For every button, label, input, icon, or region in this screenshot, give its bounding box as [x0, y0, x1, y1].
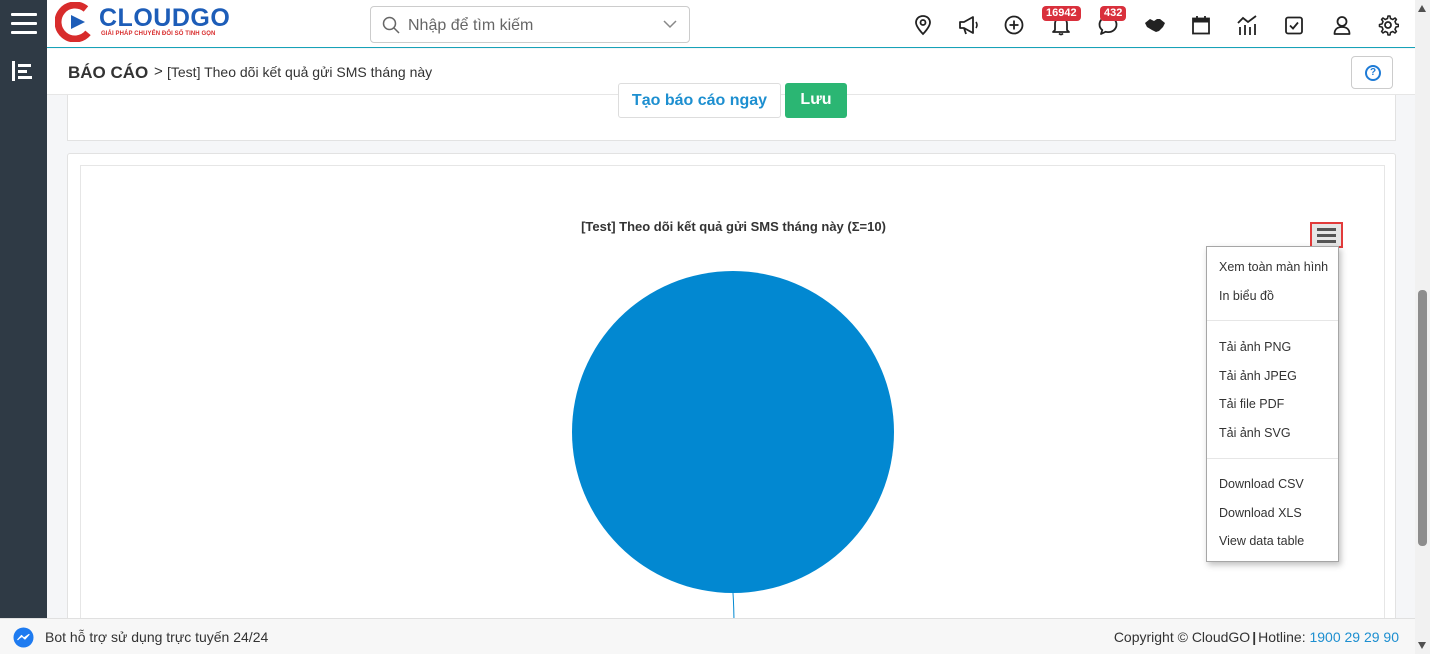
top-header: CLOUDGO GIẢI PHÁP CHUYỂN ĐỔI SỐ TINH GỌN… — [47, 0, 1415, 48]
gear-icon[interactable] — [1377, 14, 1399, 36]
help-button[interactable]: ? — [1351, 56, 1393, 89]
chevron-down-icon — [663, 20, 677, 29]
messages-badge: 432 — [1100, 6, 1127, 21]
pie-chart — [572, 271, 894, 626]
megaphone-icon[interactable] — [957, 14, 979, 36]
hotline-number[interactable]: 1900 29 29 90 — [1309, 629, 1399, 645]
breadcrumb-current: [Test] Theo dõi kết quả gửi SMS tháng nà… — [167, 64, 433, 80]
menu-item-fullscreen[interactable]: Xem toàn màn hình — [1219, 260, 1328, 274]
breadcrumb-root[interactable]: BÁO CÁO — [68, 63, 148, 83]
create-report-button[interactable]: Tạo báo cáo ngay — [618, 83, 781, 118]
calendar-icon[interactable] — [1190, 14, 1212, 36]
menu-item-print[interactable]: In biểu đồ — [1219, 289, 1274, 303]
report-list-icon[interactable] — [12, 61, 34, 81]
hamburger-menu-icon[interactable] — [11, 13, 37, 35]
menu-divider — [1207, 320, 1338, 321]
chart-title: [Test] Theo dõi kết quả gửi SMS tháng nà… — [581, 219, 886, 234]
checkbox-icon[interactable] — [1283, 14, 1305, 36]
search-icon — [382, 16, 400, 34]
notifications-badge: 16942 — [1042, 6, 1081, 21]
scroll-down-arrow-icon[interactable] — [1418, 642, 1426, 649]
handshake-icon[interactable] — [1144, 14, 1166, 36]
plus-circle-icon[interactable] — [1003, 14, 1025, 36]
menu-item-svg[interactable]: Tải ảnh SVG — [1219, 426, 1291, 440]
menu-item-png[interactable]: Tải ảnh PNG — [1219, 340, 1291, 354]
menu-item-data-table[interactable]: View data table — [1219, 534, 1304, 548]
report-actions-card: Tạo báo cáo ngay Lưu — [67, 83, 1396, 141]
cloudgo-logo[interactable]: CLOUDGO GIẢI PHÁP CHUYỂN ĐỔI SỐ TINH GỌN — [53, 2, 253, 42]
search-box[interactable]: Nhập để tìm kiếm — [370, 6, 690, 43]
breadcrumb-separator: > — [154, 63, 163, 80]
chart-container: [Test] Theo dõi kết quả gửi SMS tháng nà… — [80, 165, 1385, 626]
logo-text: CLOUDGO — [99, 4, 231, 32]
menu-item-xls[interactable]: Download XLS — [1219, 506, 1302, 520]
hotline-label: Hotline: — [1258, 629, 1306, 645]
bot-support-link[interactable]: Bot hỗ trợ sử dụng trực tuyến 24/24 — [45, 629, 268, 645]
search-placeholder: Nhập để tìm kiếm — [408, 17, 534, 34]
menu-item-pdf[interactable]: Tải file PDF — [1219, 397, 1284, 411]
menu-item-csv[interactable]: Download CSV — [1219, 477, 1304, 491]
chart-context-menu-button[interactable] — [1310, 222, 1343, 248]
user-icon[interactable] — [1331, 14, 1353, 36]
chart-export-menu: Xem toàn màn hình In biểu đồ Tải ảnh PNG… — [1206, 246, 1339, 562]
copyright-text: Copyright © CloudGO | Hotline: 1900 29 29 … — [1113, 629, 1399, 645]
question-icon: ? — [1365, 65, 1381, 81]
chart-line-icon[interactable] — [1236, 14, 1258, 36]
left-rail — [0, 0, 47, 654]
chart-card: [Test] Theo dõi kết quả gửi SMS tháng nà… — [67, 153, 1396, 626]
copyright: Copyright © CloudGO — [1113, 629, 1251, 645]
pie-slice[interactable] — [572, 271, 894, 593]
logo-tagline: GIẢI PHÁP CHUYỂN ĐỔI SỐ TINH GỌN — [101, 31, 216, 37]
footer: Bot hỗ trợ sử dụng trực tuyến 24/24 Copy… — [0, 618, 1415, 654]
scrollbar-thumb[interactable] — [1418, 290, 1427, 546]
scroll-up-arrow-icon[interactable] — [1418, 5, 1426, 12]
save-button[interactable]: Lưu — [785, 83, 847, 118]
map-pin-icon[interactable] — [912, 14, 934, 36]
messenger-icon[interactable] — [13, 627, 34, 648]
vertical-scrollbar[interactable] — [1415, 0, 1430, 654]
menu-divider — [1207, 458, 1338, 459]
cloudgo-logo-mark-icon — [55, 2, 95, 42]
menu-item-jpeg[interactable]: Tải ảnh JPEG — [1219, 369, 1297, 383]
